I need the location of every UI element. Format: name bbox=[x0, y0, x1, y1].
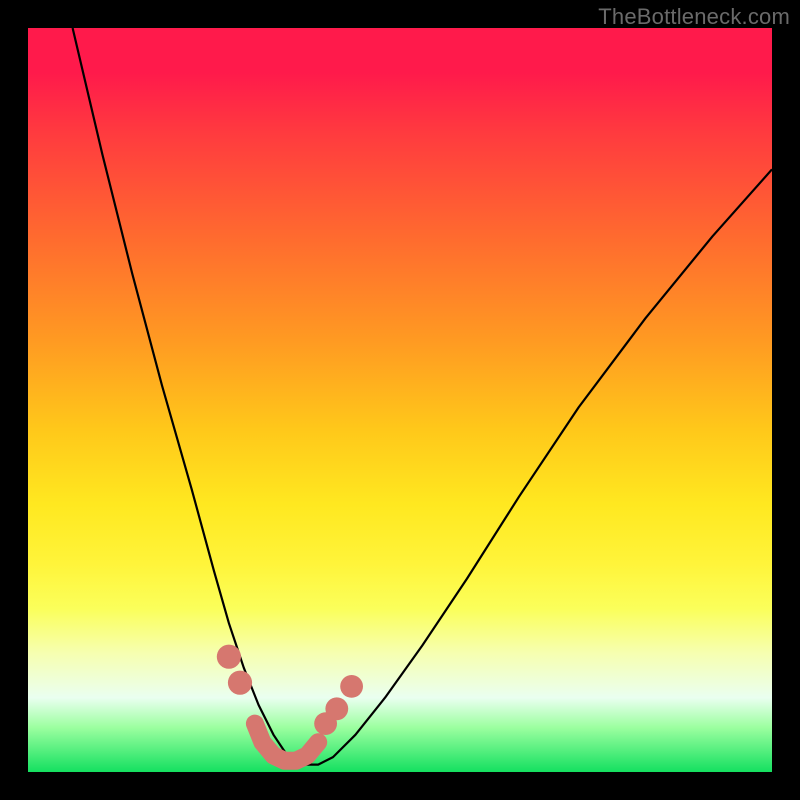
watermark-text: TheBottleneck.com bbox=[598, 4, 790, 30]
bottleneck-curve bbox=[73, 28, 772, 765]
valley-strip bbox=[255, 724, 318, 761]
marker-right-2 bbox=[325, 697, 348, 720]
plot-area bbox=[28, 28, 772, 772]
chart-frame: TheBottleneck.com bbox=[0, 0, 800, 800]
marker-left-upper bbox=[217, 645, 241, 669]
marker-right-3 bbox=[340, 675, 363, 698]
marker-left-lower bbox=[228, 671, 252, 695]
markers-group bbox=[217, 645, 363, 735]
chart-svg bbox=[28, 28, 772, 772]
